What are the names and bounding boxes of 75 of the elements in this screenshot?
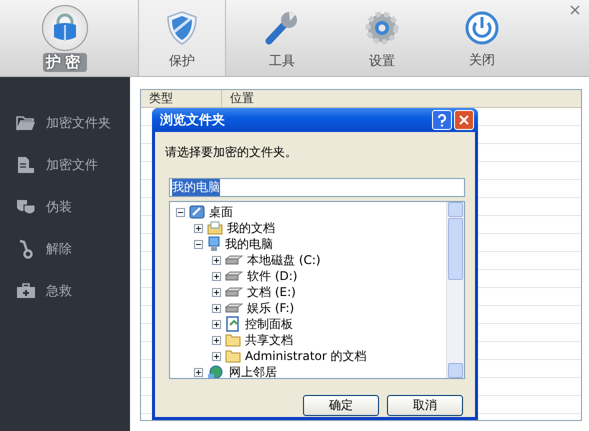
drive-icon xyxy=(225,271,243,281)
expand-toggle[interactable] xyxy=(194,368,203,376)
plus-icon xyxy=(214,306,219,310)
plus-icon xyxy=(214,338,219,342)
expand-toggle[interactable] xyxy=(212,352,221,360)
plus-icon xyxy=(214,258,219,262)
expand-toggle[interactable] xyxy=(212,336,221,344)
expand-toggle[interactable] xyxy=(194,224,203,232)
first-aid-kit-icon xyxy=(16,283,36,299)
tree-item[interactable]: 文档 (E:) xyxy=(247,284,296,300)
sidebar-item[interactable]: 伪装 xyxy=(0,196,130,218)
plus-icon xyxy=(214,290,219,294)
lock-logo-icon xyxy=(42,4,88,50)
folder-icon xyxy=(225,333,241,347)
nav-tab[interactable]: 关闭 xyxy=(438,0,526,76)
folder-path-field[interactable]: 我的电脑 xyxy=(169,178,465,197)
plus-icon xyxy=(196,370,201,374)
folder-icon xyxy=(225,349,241,363)
tree-item[interactable]: 娱乐 (F:) xyxy=(247,300,294,316)
key-icon xyxy=(18,239,34,259)
column-header[interactable]: 类型 xyxy=(141,90,222,107)
cancel-button[interactable]: 取消 xyxy=(387,395,463,416)
tree-item[interactable]: 控制面板 xyxy=(245,316,293,332)
drive-icon xyxy=(225,255,243,265)
masks-icon xyxy=(16,198,36,216)
close-button[interactable] xyxy=(454,110,474,130)
network-icon xyxy=(207,365,225,378)
tree-item[interactable]: 本地磁盘 (C:) xyxy=(247,252,321,268)
tree-item[interactable]: 我的电脑 xyxy=(225,236,273,252)
dialog-title: 浏览文件夹 xyxy=(160,112,226,129)
expand-toggle[interactable] xyxy=(176,208,185,216)
documents-icon xyxy=(207,221,223,235)
wrench-icon xyxy=(264,10,300,46)
tree-item[interactable]: Administrator 的文档 xyxy=(245,348,367,364)
control-panel-icon xyxy=(225,316,241,332)
drive-icon xyxy=(225,303,243,313)
tree-item[interactable]: 共享文档 xyxy=(245,332,293,348)
dialog-prompt: 请选择要加密的文件夹。 xyxy=(165,144,298,161)
nav-tab[interactable]: 保护 xyxy=(138,0,226,76)
help-icon xyxy=(437,114,447,126)
ok-button[interactable]: 确定 xyxy=(303,395,379,416)
tree-item[interactable]: 网上邻居 xyxy=(229,364,277,378)
folder-icon xyxy=(16,115,36,131)
expand-toggle[interactable] xyxy=(212,304,221,312)
expand-toggle[interactable] xyxy=(212,320,221,328)
plus-icon xyxy=(196,226,201,230)
plus-icon xyxy=(214,354,219,358)
plus-icon xyxy=(214,322,219,326)
sidebar-item[interactable]: 加密文件夹 xyxy=(0,112,130,134)
desktop-icon xyxy=(189,205,205,219)
expand-toggle[interactable] xyxy=(212,256,221,264)
nav-tab[interactable]: 工具 xyxy=(238,0,326,76)
tree-item[interactable]: 我的文档 xyxy=(227,220,275,236)
expand-toggle[interactable] xyxy=(194,240,203,248)
column-header[interactable]: 位置 xyxy=(222,90,581,107)
computer-icon xyxy=(207,236,221,252)
nav-tab[interactable]: 设置 xyxy=(338,0,426,76)
close-icon xyxy=(459,115,469,125)
expand-toggle[interactable] xyxy=(212,288,221,296)
tree-item[interactable]: 软件 (D:) xyxy=(247,268,298,284)
expand-toggle[interactable] xyxy=(212,272,221,280)
file-lock-icon xyxy=(17,156,35,174)
sidebar-item[interactable]: 加密文件 xyxy=(0,154,130,176)
tree-item[interactable]: 桌面 xyxy=(209,204,233,220)
plus-icon xyxy=(214,274,219,278)
sidebar-item[interactable]: 解除 xyxy=(0,238,130,260)
logo-text: 护密 xyxy=(43,52,87,72)
close-icon xyxy=(570,5,580,15)
sidebar-item[interactable]: 急救 xyxy=(0,280,130,302)
help-button[interactable] xyxy=(432,110,452,130)
power-icon xyxy=(465,11,499,45)
gear-icon xyxy=(364,10,400,46)
drive-icon xyxy=(225,287,243,297)
scrollbar[interactable] xyxy=(446,202,464,378)
shield-icon xyxy=(165,10,199,46)
